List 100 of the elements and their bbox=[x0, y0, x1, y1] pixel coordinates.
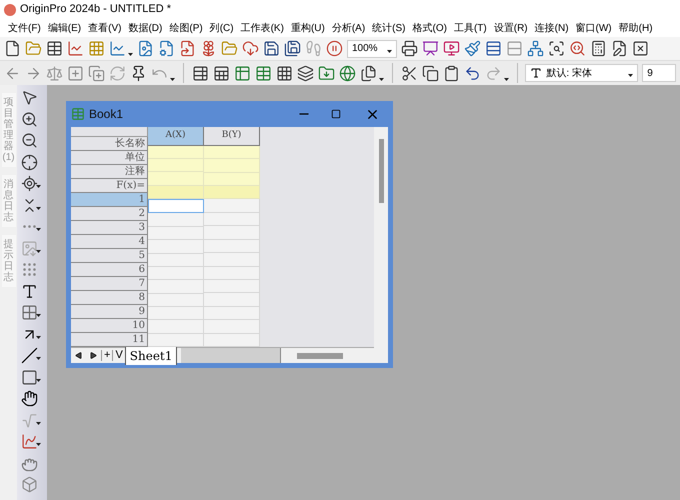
header-cell[interactable] bbox=[204, 159, 260, 173]
vertical-scrollbar[interactable] bbox=[378, 139, 384, 203]
line-icon[interactable] bbox=[21, 347, 38, 364]
table-cell[interactable] bbox=[204, 212, 260, 226]
zoom-out-icon[interactable] bbox=[21, 132, 38, 149]
table-cell[interactable] bbox=[148, 254, 204, 267]
dropdown-arrow-icon[interactable] bbox=[128, 53, 133, 56]
edit-file-icon[interactable] bbox=[611, 40, 628, 57]
row-header[interactable]: 8 bbox=[71, 291, 148, 305]
dropdown-arrow-icon[interactable] bbox=[387, 50, 392, 52]
header-cell[interactable] bbox=[204, 186, 260, 200]
menu-item[interactable]: 重构(U) bbox=[290, 20, 325, 36]
header-cell[interactable] bbox=[148, 146, 204, 160]
gear-file-icon[interactable] bbox=[158, 40, 175, 57]
add-copy-icon[interactable] bbox=[88, 64, 105, 82]
table-cell[interactable] bbox=[204, 199, 260, 213]
menu-item[interactable]: 绘图(P) bbox=[169, 20, 203, 36]
table-cell[interactable] bbox=[148, 226, 204, 240]
dropdown-arrow-icon[interactable] bbox=[628, 74, 634, 77]
column-header[interactable]: B(Y) bbox=[204, 127, 260, 146]
copy-icon[interactable] bbox=[422, 64, 439, 82]
font-size-field[interactable]: 9 bbox=[642, 64, 676, 82]
dropdown-arrow-icon[interactable] bbox=[504, 78, 509, 81]
hand-icon[interactable] bbox=[21, 390, 38, 407]
row-header[interactable]: 6 bbox=[71, 263, 148, 277]
table-cell[interactable] bbox=[204, 240, 260, 254]
table-cell[interactable] bbox=[148, 306, 204, 320]
table-cell[interactable] bbox=[148, 320, 204, 334]
open-folder-icon[interactable] bbox=[221, 40, 238, 57]
menu-item[interactable]: 帮助(H) bbox=[618, 20, 653, 36]
crosshair-icon[interactable] bbox=[21, 154, 38, 170]
dropdown-arrow-icon[interactable] bbox=[36, 185, 41, 188]
globe-icon[interactable] bbox=[338, 64, 356, 82]
table-cell[interactable] bbox=[204, 306, 260, 320]
files-icon[interactable] bbox=[360, 64, 377, 82]
row-header[interactable]: 1 bbox=[71, 193, 148, 207]
menu-item[interactable]: 工具(T) bbox=[454, 20, 487, 36]
table-cell[interactable] bbox=[148, 240, 204, 254]
image-file-icon[interactable] bbox=[137, 40, 154, 57]
horizontal-scrollbar[interactable] bbox=[297, 352, 344, 358]
save-icon[interactable] bbox=[263, 40, 280, 57]
zoom-in-icon[interactable] bbox=[21, 110, 38, 128]
zoom-dropdown[interactable]: 100% bbox=[347, 40, 397, 58]
undo-icon[interactable] bbox=[464, 64, 481, 82]
dropdown-arrow-icon[interactable] bbox=[36, 422, 41, 424]
dropdown-arrow-icon[interactable] bbox=[36, 250, 41, 252]
cut-icon[interactable] bbox=[400, 64, 418, 82]
paste-icon[interactable] bbox=[442, 64, 460, 82]
table-cell[interactable] bbox=[204, 293, 260, 307]
add-icon[interactable] bbox=[67, 64, 84, 82]
table-cell[interactable] bbox=[204, 266, 260, 280]
table-cell[interactable] bbox=[204, 280, 260, 294]
target-icon[interactable] bbox=[21, 175, 38, 192]
dropdown-arrow-icon[interactable] bbox=[378, 78, 384, 81]
table-cell[interactable] bbox=[204, 320, 260, 334]
row-header[interactable]: 5 bbox=[71, 249, 148, 263]
search-icon[interactable] bbox=[569, 40, 586, 57]
sheet-nav-button[interactable]: + bbox=[101, 350, 112, 361]
brush-icon[interactable] bbox=[464, 40, 481, 57]
cube-icon[interactable] bbox=[21, 476, 38, 493]
table-icon[interactable] bbox=[192, 64, 209, 82]
row-header[interactable]: 7 bbox=[71, 277, 148, 291]
line-chart-icon[interactable] bbox=[67, 40, 84, 57]
dropdown-arrow-icon[interactable] bbox=[36, 314, 41, 317]
sheet-tab[interactable]: Sheet1 bbox=[124, 346, 178, 364]
table-cell[interactable] bbox=[148, 294, 204, 307]
table-cell[interactable] bbox=[204, 253, 260, 267]
new-file-icon[interactable] bbox=[4, 40, 21, 57]
maximize-icon[interactable] bbox=[331, 109, 341, 119]
table-cell[interactable] bbox=[148, 199, 204, 214]
scroll-right-icon[interactable] bbox=[90, 352, 97, 359]
table-cell[interactable] bbox=[148, 213, 204, 227]
dropdown-arrow-icon[interactable] bbox=[36, 357, 41, 360]
menu-item[interactable]: 分析(A) bbox=[332, 20, 366, 36]
menu-item[interactable]: 统计(S) bbox=[372, 20, 406, 36]
menu-item[interactable]: 设置(R) bbox=[494, 20, 528, 36]
menu-item[interactable]: 查看(V) bbox=[88, 20, 122, 36]
rows-icon[interactable] bbox=[485, 40, 502, 57]
dropdown-arrow-icon[interactable] bbox=[36, 228, 41, 231]
layers-icon[interactable] bbox=[296, 64, 314, 82]
monitor-icon[interactable] bbox=[443, 40, 460, 57]
hierarchy-icon[interactable] bbox=[527, 40, 544, 57]
row-header[interactable]: 9 bbox=[71, 305, 148, 319]
header-cell[interactable] bbox=[148, 159, 204, 172]
column-header[interactable]: A(X) bbox=[148, 127, 204, 146]
dropdown-arrow-icon[interactable] bbox=[36, 336, 41, 338]
close-square-icon[interactable] bbox=[632, 40, 649, 57]
pause-icon[interactable] bbox=[326, 40, 343, 57]
header-cell[interactable] bbox=[204, 172, 260, 186]
save-all-icon[interactable] bbox=[284, 40, 301, 57]
dropdown-arrow-icon[interactable] bbox=[170, 78, 175, 81]
menu-item[interactable]: 列(C) bbox=[210, 20, 234, 36]
header-cell[interactable] bbox=[148, 186, 204, 200]
header-cell[interactable] bbox=[148, 172, 204, 186]
flower-icon[interactable] bbox=[200, 40, 217, 57]
grid-icon[interactable] bbox=[276, 64, 293, 82]
cloud-download-icon[interactable] bbox=[242, 40, 259, 57]
dropdown-arrow-icon[interactable] bbox=[36, 443, 41, 446]
presentation-icon[interactable] bbox=[422, 40, 439, 57]
calculator-icon[interactable] bbox=[590, 40, 607, 57]
